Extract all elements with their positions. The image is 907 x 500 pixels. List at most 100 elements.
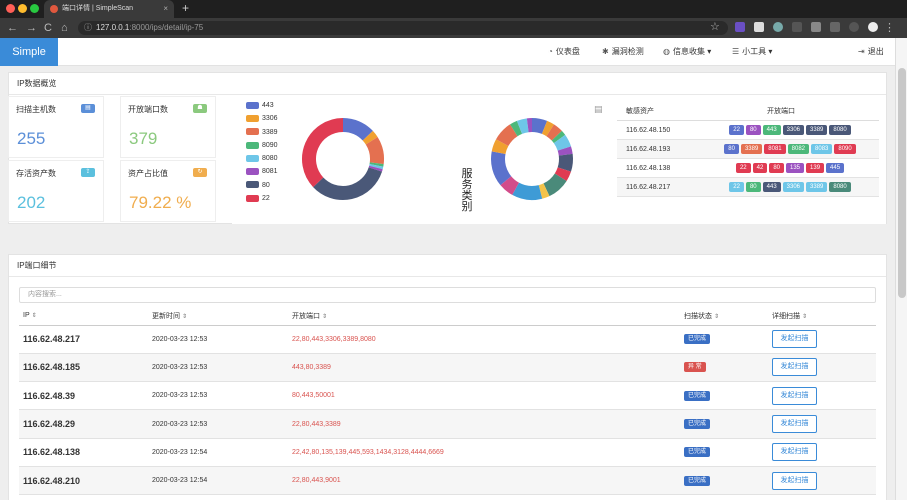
col-ip[interactable]: IP ⇕: [19, 307, 148, 326]
donut-segment[interactable]: [500, 175, 520, 195]
start-scan-button[interactable]: 发起扫描: [772, 443, 817, 462]
home-icon[interactable]: ⌂: [61, 18, 68, 38]
donut-segment[interactable]: [342, 118, 373, 141]
row-ports: 80,443,50001: [288, 381, 680, 411]
brand-logo[interactable]: Simple: [0, 38, 58, 66]
row-action-cell: 发起扫描: [768, 438, 876, 467]
extension-icon[interactable]: [811, 22, 821, 32]
donut-segment[interactable]: [538, 183, 550, 199]
row-status-cell: 已完成: [680, 381, 768, 411]
browser-tab[interactable]: 端口详情 | SimpleScan ×: [44, 0, 174, 18]
legend-swatch: [246, 141, 259, 149]
legend-item[interactable]: 8080: [246, 154, 278, 167]
nav-vuln[interactable]: ✱ 漏洞检测: [602, 38, 644, 66]
row-ip[interactable]: 116.62.48.138: [19, 438, 148, 467]
start-scan-button[interactable]: 发起扫描: [772, 330, 817, 349]
page-scrollbar[interactable]: [895, 38, 907, 500]
donut-segment[interactable]: [541, 120, 554, 137]
extension-icon[interactable]: [773, 22, 783, 32]
nav-tools[interactable]: ☰ 小工具 ▾: [732, 38, 772, 66]
maximize-window-button[interactable]: [30, 4, 39, 13]
col-status[interactable]: 扫描状态 ⇕: [680, 307, 768, 326]
donut-segment[interactable]: [365, 137, 384, 165]
donut-segment[interactable]: [531, 118, 548, 135]
forward-icon[interactable]: →: [26, 18, 37, 38]
port-details-table: IP ⇕ 更新时间 ⇕ 开放端口 ⇕ 扫描状态 ⇕ 详细扫描 ⇕ 116.62.48.21…: [19, 307, 876, 496]
logout-icon: ⇥: [858, 47, 865, 56]
url-input[interactable]: ⓘ 127.0.0.1:8000/ips/detail/ip-75: [78, 21, 728, 35]
extension-icon[interactable]: [754, 22, 764, 32]
legend-item[interactable]: 443: [246, 101, 278, 114]
reload-icon[interactable]: C: [44, 18, 52, 38]
row-ip[interactable]: 116.62.48.185: [19, 353, 148, 383]
minimize-window-button[interactable]: [18, 4, 27, 13]
row-ip[interactable]: 116.62.48.217: [19, 325, 148, 354]
donut-segment[interactable]: [553, 134, 571, 151]
tab-close-icon[interactable]: ×: [163, 0, 168, 18]
back-icon[interactable]: ←: [7, 18, 18, 38]
donut-segment[interactable]: [557, 146, 573, 156]
legend-item[interactable]: 80: [246, 181, 278, 194]
start-scan-button[interactable]: 发起扫描: [772, 358, 817, 377]
scrollbar-thumb[interactable]: [898, 68, 906, 298]
nav-logout[interactable]: ⇥ 退出: [858, 38, 884, 66]
start-scan-button[interactable]: 发起扫描: [772, 386, 817, 405]
row-ports: 443,80,3389: [288, 353, 680, 383]
donut-segment[interactable]: [543, 173, 567, 197]
donut-segment[interactable]: [496, 124, 518, 147]
sensitive-assets-table: 敏感资产 开放端口 116.62.48.150 22 80 443 3306 3389 80…: [617, 103, 879, 197]
overview-title: IP数据概览: [9, 73, 886, 95]
donut-segment[interactable]: [491, 139, 509, 155]
info-icon[interactable]: ⓘ: [84, 21, 92, 35]
donut-segment[interactable]: [313, 166, 382, 200]
close-window-button[interactable]: [6, 4, 15, 13]
donut-segment[interactable]: [516, 118, 529, 134]
bookmark-star-icon[interactable]: ☆: [710, 17, 720, 37]
col-time[interactable]: 更新时间 ⇕: [148, 307, 288, 326]
col-ports[interactable]: 开放端口 ⇕: [288, 307, 680, 326]
col-scan[interactable]: 详细扫描 ⇕: [768, 307, 876, 326]
legend-item[interactable]: 3306: [246, 114, 278, 127]
document-icon[interactable]: ▤: [594, 104, 603, 115]
donut-segment[interactable]: [554, 167, 571, 181]
sensitive-ip: 116.62.48.217: [626, 184, 671, 191]
sort-icon: ⇕: [322, 313, 328, 320]
extension-icon[interactable]: [792, 22, 802, 32]
donut-segment[interactable]: [512, 182, 543, 200]
row-ip[interactable]: 116.62.48.29: [19, 409, 148, 439]
col-ports-header: 开放端口: [767, 108, 795, 115]
stat-card-label: 开放端口数: [128, 105, 168, 114]
row-ip[interactable]: 116.62.48.39: [19, 381, 148, 411]
nav-dashboard[interactable]: ◔ 仪表盘: [548, 38, 580, 66]
donut-segment[interactable]: [362, 130, 378, 145]
extension-icon[interactable]: [849, 22, 859, 32]
extension-icon[interactable]: [735, 22, 745, 32]
sort-icon: ⇕: [31, 313, 37, 320]
row-action-cell: 发起扫描: [768, 325, 876, 354]
legend-item[interactable]: 22: [246, 194, 278, 207]
legend-item[interactable]: 8081: [246, 167, 278, 180]
legend-item[interactable]: 3389: [246, 128, 278, 141]
profile-avatar[interactable]: [868, 22, 878, 32]
donut-segment[interactable]: [368, 165, 383, 172]
donut-segment[interactable]: [510, 120, 523, 137]
legend-item[interactable]: 8090: [246, 141, 278, 154]
donut-segment[interactable]: [491, 151, 512, 186]
legend-label: 3389: [262, 128, 278, 136]
start-scan-button[interactable]: 发起扫描: [772, 471, 817, 490]
donut-segment[interactable]: [302, 118, 344, 188]
donut-segment[interactable]: [546, 124, 562, 141]
extension-icon[interactable]: [830, 22, 840, 32]
new-tab-button[interactable]: +: [182, 0, 189, 17]
address-bar-row: ← → C ⌂ ⓘ 127.0.0.1:8000/ips/detail/ip-7…: [0, 18, 907, 38]
table-header-row: IP ⇕ 更新时间 ⇕ 开放端口 ⇕ 扫描状态 ⇕ 详细扫描 ⇕: [19, 307, 876, 326]
donut-segment[interactable]: [557, 153, 573, 172]
nav-info[interactable]: ◍ 信息收集 ▾: [663, 38, 711, 66]
browser-menu-icon[interactable]: ⋮: [884, 18, 895, 38]
donut-segment[interactable]: [551, 130, 566, 144]
start-scan-button[interactable]: 发起扫描: [772, 415, 817, 434]
extension-icons: [735, 22, 878, 34]
stat-card: 存活资产数 ⇪ 202: [8, 160, 104, 222]
row-ip[interactable]: 116.62.48.210: [19, 466, 148, 496]
search-input[interactable]: 内容搜索...: [19, 287, 876, 303]
